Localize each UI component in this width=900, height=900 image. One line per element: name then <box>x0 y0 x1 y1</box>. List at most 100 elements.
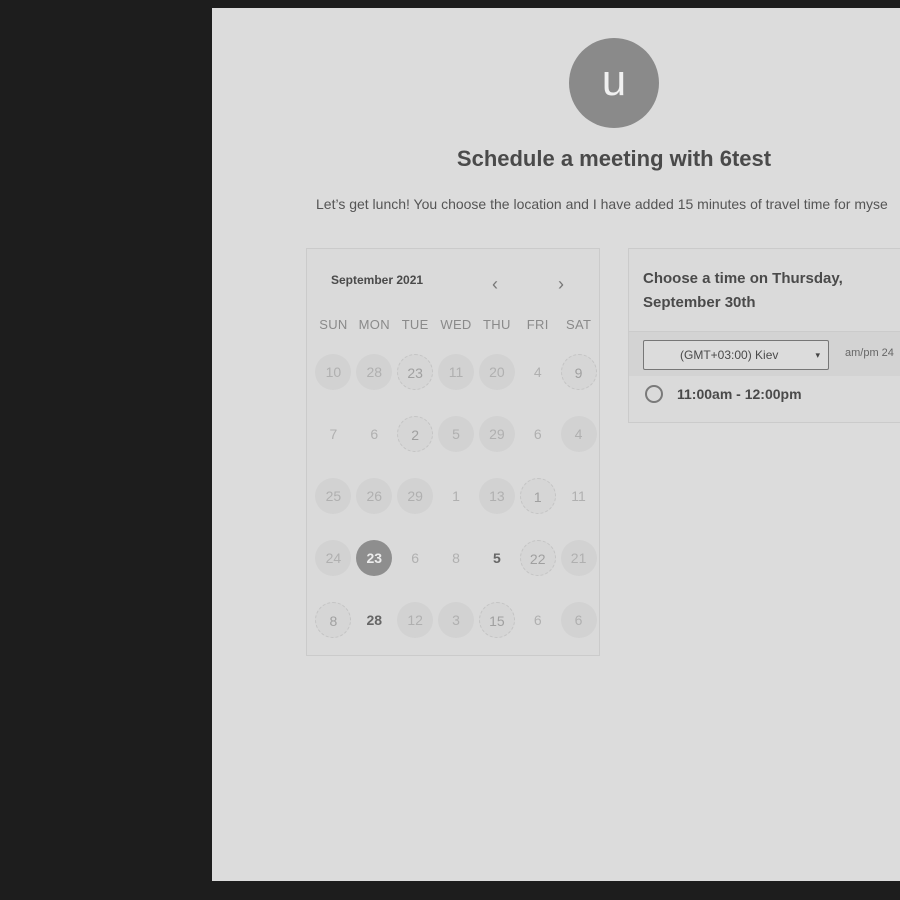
calendar-grid: 10 28 23 11 20 4 9 7 6 2 5 29 6 4 25 26 29 1 13 1 11 24 23 6 8 5 2… <box>313 354 599 664</box>
calendar: September 2021 ‹ › SUN MON TUE WED THU FRI SAT… <box>306 248 600 656</box>
calendar-day-number: 11 <box>571 488 586 504</box>
calendar-day[interactable]: 1 <box>436 478 477 540</box>
calendar-day[interactable]: 4 <box>517 354 558 416</box>
calendar-week-row: 7 6 2 5 29 6 4 <box>313 416 599 478</box>
calendar-day-number: 4 <box>533 364 542 380</box>
chevron-left-icon[interactable]: ‹ <box>485 273 505 295</box>
calendar-day[interactable]: 5 <box>436 416 477 478</box>
calendar-day[interactable]: 6 <box>517 602 558 664</box>
scheduling-page: u Schedule a meeting with 6test Let’s ge… <box>212 8 900 881</box>
calendar-week-row: 24 23 6 8 5 22 21 <box>313 540 599 602</box>
calendar-day-number: 6 <box>560 602 597 638</box>
calendar-day[interactable]: 6 <box>395 540 436 602</box>
time-selection-panel: Choose a time on Thursday, September 30t… <box>628 248 900 423</box>
calendar-day[interactable]: 11 <box>436 354 477 416</box>
calendar-day[interactable]: 22 <box>517 540 558 602</box>
timezone-select[interactable]: (GMT+03:00) Kiev ▾ <box>643 340 829 370</box>
calendar-day-number: 21 <box>560 540 597 576</box>
weekday-label: SAT <box>565 317 592 332</box>
calendar-day-number: 4 <box>560 416 597 452</box>
calendar-day-number: 23 <box>397 354 434 390</box>
timezone-bar: (GMT+03:00) Kiev ▾ am/pm 24 <box>629 331 900 376</box>
calendar-day[interactable]: 26 <box>354 478 395 540</box>
calendar-day-number: 23 <box>356 540 393 576</box>
time-format-toggle[interactable]: am/pm 24 <box>845 347 894 359</box>
calendar-day-number: 6 <box>370 426 379 442</box>
calendar-day-number: 25 <box>315 478 352 514</box>
calendar-day-number: 28 <box>356 354 393 390</box>
calendar-day[interactable]: 12 <box>395 602 436 664</box>
calendar-day-number: 24 <box>315 540 352 576</box>
calendar-day-number: 20 <box>478 354 515 390</box>
calendar-day[interactable]: 15 <box>476 602 517 664</box>
calendar-day-number: 8 <box>315 602 352 638</box>
caret-down-icon: ▾ <box>815 350 820 360</box>
avatar: u <box>569 38 659 128</box>
calendar-day[interactable]: 1 <box>517 478 558 540</box>
weekday-label: SUN <box>319 317 348 332</box>
calendar-day[interactable]: 25 <box>313 478 354 540</box>
calendar-day[interactable]: 29 <box>395 478 436 540</box>
calendar-day[interactable]: 8 <box>313 602 354 664</box>
calendar-week-row: 25 26 29 1 13 1 11 <box>313 478 599 540</box>
calendar-day-number: 26 <box>356 478 393 514</box>
calendar-week-row: 8 28 12 3 15 6 6 <box>313 602 599 664</box>
calendar-day-number: 9 <box>560 354 597 390</box>
calendar-day[interactable]: 9 <box>558 354 599 416</box>
weekday-label: FRI <box>526 317 549 332</box>
calendar-week-row: 10 28 23 11 20 4 9 <box>313 354 599 416</box>
calendar-day[interactable]: 8 <box>436 540 477 602</box>
calendar-day-number: 1 <box>452 488 460 504</box>
calendar-day-selected[interactable]: 23 <box>354 540 395 602</box>
calendar-day-number: 7 <box>329 426 338 442</box>
weekday-header: SUN MON TUE WED THU FRI SAT <box>313 317 599 332</box>
calendar-day[interactable]: 11 <box>558 478 599 540</box>
calendar-day[interactable]: 20 <box>476 354 517 416</box>
calendar-day-number: 29 <box>478 416 515 452</box>
calendar-day-number: 13 <box>478 478 515 514</box>
calendar-day-number: 2 <box>397 416 434 452</box>
calendar-day[interactable]: 10 <box>313 354 354 416</box>
calendar-day[interactable]: 23 <box>395 354 436 416</box>
calendar-day-number: 6 <box>533 612 542 628</box>
time-slot-label: 11:00am - 12:00pm <box>677 386 802 402</box>
calendar-day[interactable]: 5 <box>476 540 517 602</box>
calendar-day-number: 6 <box>411 550 420 566</box>
calendar-day-number: 6 <box>533 426 542 442</box>
calendar-day[interactable]: 13 <box>476 478 517 540</box>
calendar-day[interactable]: 29 <box>476 416 517 478</box>
weekday-label: TUE <box>401 317 429 332</box>
time-slot[interactable]: 11:00am - 12:00pm <box>645 385 802 403</box>
calendar-day[interactable]: 28 <box>354 354 395 416</box>
weekday-label: MON <box>358 317 390 332</box>
calendar-day[interactable]: 4 <box>558 416 599 478</box>
calendar-day-number: 22 <box>519 540 556 576</box>
calendar-day-number: 12 <box>397 602 434 638</box>
page-title: Schedule a meeting with 6test <box>456 146 772 171</box>
calendar-day[interactable]: 6 <box>517 416 558 478</box>
calendar-day[interactable]: 21 <box>558 540 599 602</box>
calendar-day[interactable]: 28 <box>354 602 395 664</box>
calendar-month-label: September 2021 <box>331 273 424 287</box>
calendar-day-number: 5 <box>438 416 474 452</box>
chevron-right-icon[interactable]: › <box>551 273 571 295</box>
calendar-day-number: 3 <box>438 602 474 638</box>
calendar-day[interactable]: 6 <box>354 416 395 478</box>
calendar-day[interactable]: 24 <box>313 540 354 602</box>
calendar-day[interactable]: 6 <box>558 602 599 664</box>
calendar-day-number: 8 <box>452 550 460 566</box>
calendar-day-number: 11 <box>438 354 474 390</box>
calendar-day-number: 10 <box>315 354 352 390</box>
calendar-day[interactable]: 2 <box>395 416 436 478</box>
calendar-day-number: 15 <box>478 602 515 638</box>
calendar-day-number: 5 <box>492 550 501 566</box>
timezone-value: (GMT+03:00) Kiev <box>680 348 779 362</box>
calendar-day[interactable]: 7 <box>313 416 354 478</box>
calendar-day[interactable]: 3 <box>436 602 477 664</box>
weekday-label: THU <box>483 317 511 332</box>
radio-icon[interactable] <box>645 385 663 403</box>
calendar-day-number: 28 <box>366 612 383 628</box>
meeting-description: Let’s get lunch! You choose the location… <box>316 196 888 212</box>
calendar-day-number: 1 <box>519 478 556 514</box>
time-panel-heading: Choose a time on Thursday, September 30t… <box>643 270 843 311</box>
